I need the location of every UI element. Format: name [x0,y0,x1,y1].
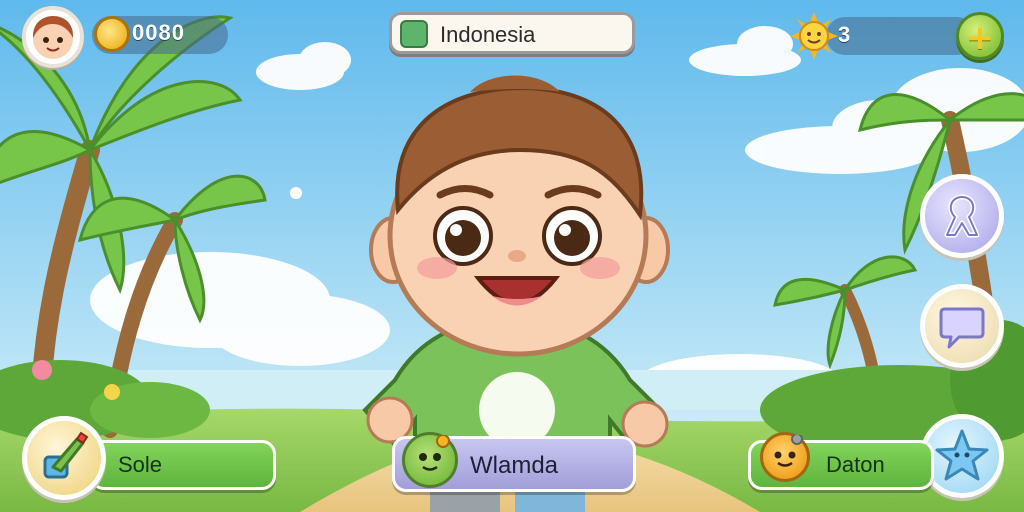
ribbon-icon [944,194,980,238]
coin-value: 0080 [132,20,185,45]
ribbon-button[interactable] [920,174,1004,258]
sun-icon [790,12,838,60]
coin-icon [94,16,130,52]
avatar-face-icon [32,16,74,59]
region-label: Indonesia [440,22,536,47]
sole-label: Sole [118,452,163,477]
sun-value: 3 [838,22,851,47]
pet-face-icon [774,433,803,467]
map-pin-icon [400,20,428,48]
starfish-icon [935,429,989,481]
wlamda-label: Wlamda [470,452,559,479]
edit-button[interactable] [22,416,106,500]
paintbrush-icon [43,431,89,479]
pet-face-icon [419,434,450,471]
chat-button[interactable] [920,284,1004,368]
player-avatar[interactable] [22,6,84,68]
daton-label: Daton [826,452,885,477]
wlamda-pet-icon [402,432,458,488]
chat-bubble-icon [939,307,985,349]
region-selector[interactable]: Indonesia [389,12,635,54]
plus-icon: + [965,18,995,58]
daton-pet-icon [760,432,810,482]
add-currency-button[interactable]: + [956,12,1004,60]
